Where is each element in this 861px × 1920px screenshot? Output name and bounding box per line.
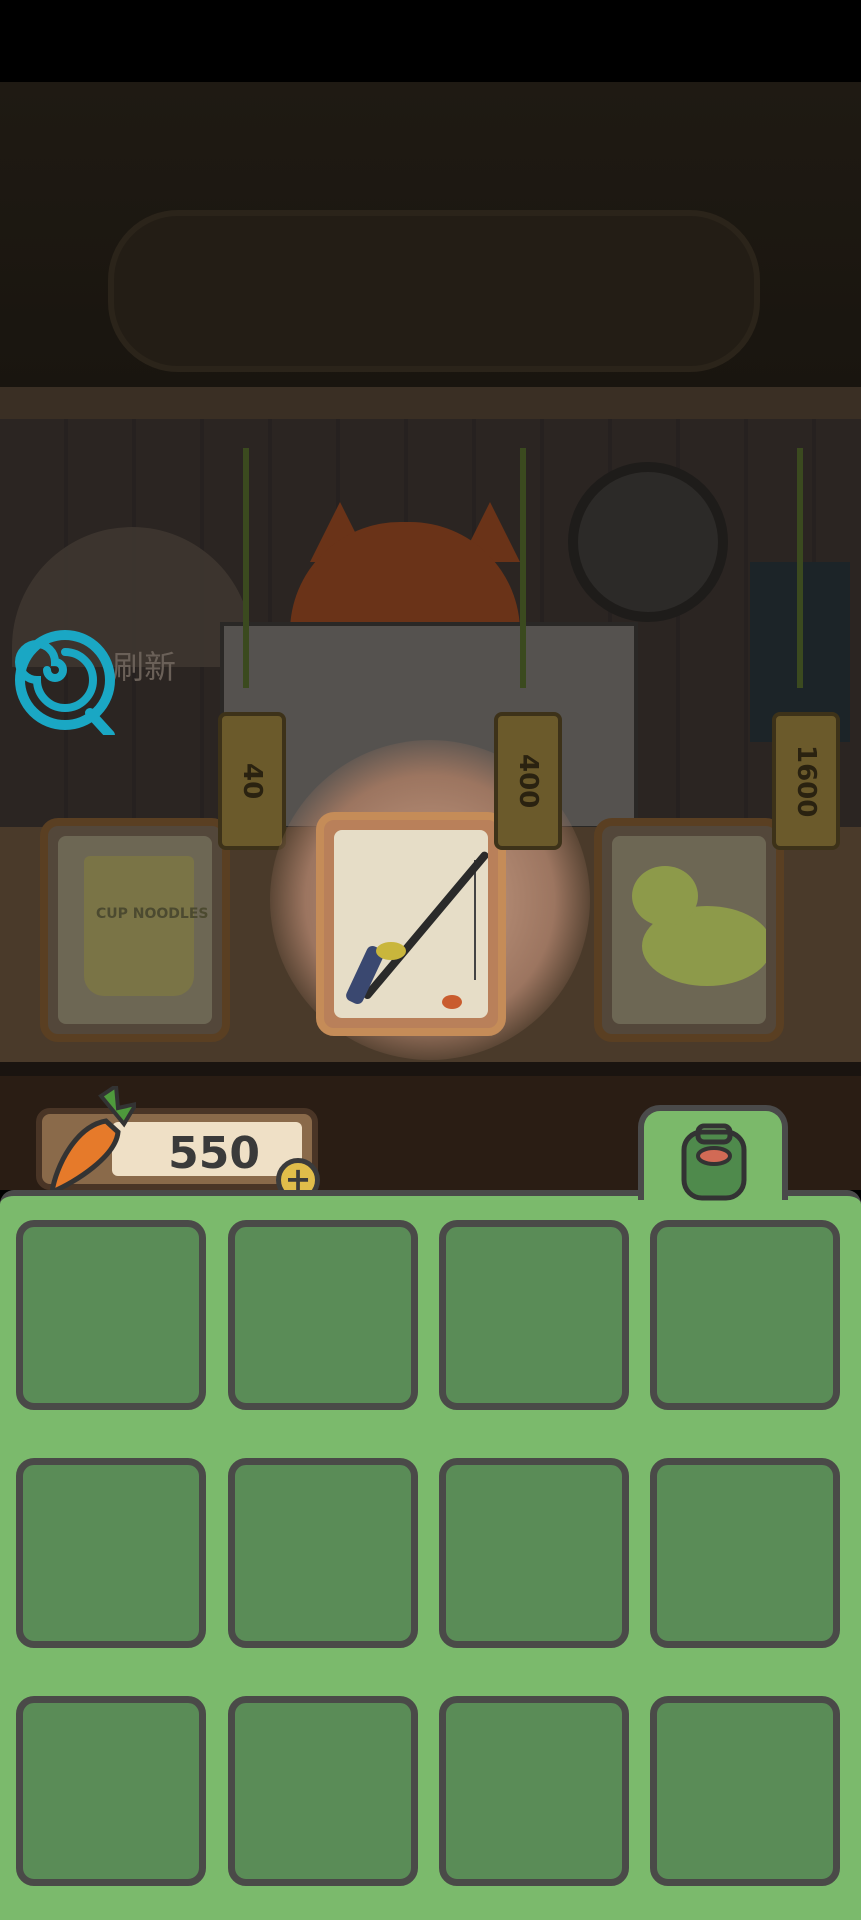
item-frame-inner xyxy=(334,830,488,1018)
carrot-count: 550 xyxy=(168,1128,260,1179)
price-tag-cup-noodles: 40 xyxy=(218,712,286,850)
price-tag-rubber-duck: 1600 xyxy=(772,712,840,850)
item-frame-inner xyxy=(612,836,766,1024)
inventory-slot[interactable] xyxy=(228,1458,418,1648)
spiral-refresh-icon[interactable] xyxy=(10,625,120,735)
inventory-slot[interactable] xyxy=(650,1458,840,1648)
inventory-slot[interactable] xyxy=(439,1696,629,1886)
counter-edge xyxy=(0,1062,861,1076)
shop-item-rubber-duck[interactable] xyxy=(594,818,784,1042)
roof-beam xyxy=(0,387,861,419)
duck-head xyxy=(632,866,698,926)
shop-sign xyxy=(108,210,760,372)
inventory-slot[interactable] xyxy=(439,1220,629,1410)
price-tag-string xyxy=(520,448,526,688)
clock-icon xyxy=(568,462,728,622)
bobber-icon xyxy=(376,942,406,960)
inventory-slot[interactable] xyxy=(650,1696,840,1886)
item-frame-inner: CUP NOODLES xyxy=(58,836,212,1024)
inventory-slot[interactable] xyxy=(16,1220,206,1410)
backpack-icon[interactable] xyxy=(670,1118,760,1204)
cup-noodles-icon xyxy=(84,856,194,996)
inventory-slot[interactable] xyxy=(16,1458,206,1648)
fishing-rod-icon xyxy=(361,850,488,1001)
status-bar xyxy=(0,0,861,82)
price-tag-string xyxy=(797,448,803,688)
fishing-line xyxy=(474,860,476,980)
bait-icon xyxy=(442,995,462,1009)
inventory-slot[interactable] xyxy=(228,1220,418,1410)
price-tag-string xyxy=(243,448,249,688)
inventory-slot[interactable] xyxy=(16,1696,206,1886)
inventory-slot[interactable] xyxy=(650,1220,840,1410)
price-tag-fishing-rod: 400 xyxy=(494,712,562,850)
refresh-label[interactable]: 刷新 xyxy=(112,642,176,688)
inventory-slot[interactable] xyxy=(228,1696,418,1886)
shop-item-cup-noodles[interactable]: CUP NOODLES xyxy=(40,818,230,1042)
inventory-slot[interactable] xyxy=(439,1458,629,1648)
cup-noodles-label: CUP NOODLES xyxy=(96,906,209,922)
carrot-icon xyxy=(48,1086,136,1196)
shop-item-fishing-rod[interactable] xyxy=(316,812,506,1036)
